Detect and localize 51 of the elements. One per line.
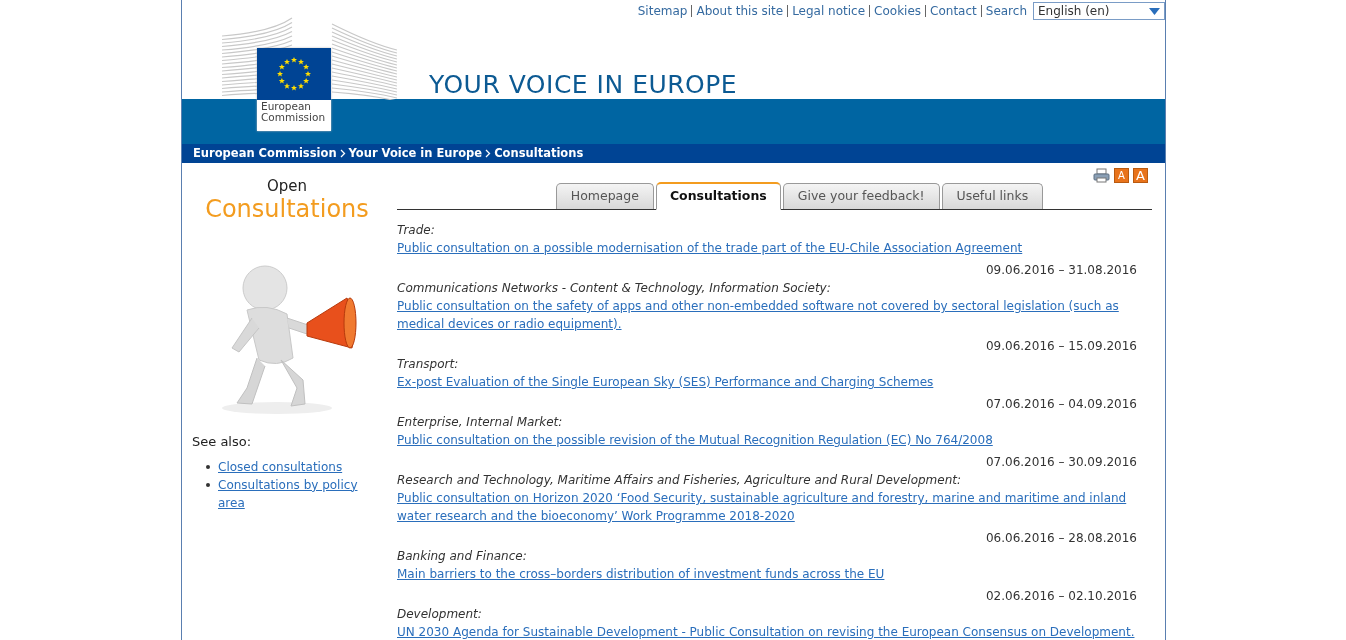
consultation-dates: 07.06.2016 – 30.09.2016	[985, 454, 1137, 471]
consultation-category: Communications Networks - Content & Technology, Information Society:	[397, 280, 832, 297]
consultation-link[interactable]: Main barriers to the cross–borders distribution of investment funds across the EU	[397, 565, 1137, 583]
print-icon[interactable]	[1093, 168, 1110, 183]
tab[interactable]: Give your feedback!	[782, 183, 940, 209]
consultation-category: Development:	[397, 606, 483, 623]
chevron-icon	[485, 149, 492, 158]
consultation-link[interactable]: Public consultation on a possible modernisation of the trade part of the EU-Chile Association Agreement	[397, 239, 1137, 257]
consultation-dates: 09.06.2016 – 15.09.2016	[985, 338, 1137, 355]
tab[interactable]: Useful links	[941, 183, 1044, 209]
sidebar-heading: Open	[265, 177, 309, 195]
language-select[interactable]: English (en)	[1033, 2, 1165, 20]
bullet-icon	[206, 464, 210, 469]
chevron-icon	[339, 149, 346, 158]
top-link[interactable]: Contact	[930, 2, 977, 20]
top-link[interactable]: About this site	[696, 2, 784, 20]
dropdown-caret-icon	[1149, 7, 1160, 15]
top-link[interactable]: Cookies	[874, 2, 922, 20]
see-also-label: See also:	[192, 433, 253, 451]
consultation-link[interactable]: Public consultation on the possible revision of the Mutual Recognition Regulation (EC) No 764/2008	[397, 431, 1137, 449]
consultation-dates: 02.06.2016 – 02.10.2016	[985, 588, 1137, 605]
logo[interactable]: European Commission	[257, 48, 331, 131]
consultation-category: Trade:	[397, 222, 436, 239]
consultation-link[interactable]: Ex-post Evaluation of the Single European Sky (SES) Performance and Charging Schemes	[397, 373, 1137, 391]
bullet-icon	[206, 482, 210, 487]
sidebar-link[interactable]: Closed consultations	[218, 457, 376, 476]
consultation-category: Enterprise, Internal Market:	[397, 414, 564, 431]
consultation-dates: 09.06.2016 – 31.08.2016	[985, 262, 1137, 279]
logo-label: European Commission	[260, 100, 327, 125]
consultation-link[interactable]: UN 2030 Agenda for Sustainable Development - Public Consultation on revising the European Consensus on Development.	[397, 623, 1137, 640]
sidebar-link[interactable]: Consultations by policy area	[218, 475, 376, 512]
consultation-category: Transport:	[397, 356, 460, 373]
tab[interactable]: Homepage	[555, 183, 654, 209]
eu-flag-icon	[257, 48, 331, 100]
breadcrumb-link[interactable]: Consultations	[494, 144, 584, 163]
top-link[interactable]: Legal notice	[792, 2, 866, 20]
site-title: YOUR VOICE IN EUROPE	[429, 69, 738, 101]
top-link[interactable]: Search	[985, 2, 1027, 20]
text-size-button[interactable]: A	[1133, 168, 1148, 183]
consultation-dates: 07.06.2016 – 04.09.2016	[985, 396, 1137, 413]
consultation-category: Banking and Finance:	[397, 548, 528, 565]
text-size-button[interactable]: A	[1114, 168, 1129, 183]
consultation-link[interactable]: Public consultation on Horizon 2020 ‘Food Security, sustainable agriculture and forestry, marine and maritime and inland water research and the bioeconomy’ Work Programme 2018-2020	[397, 489, 1137, 525]
breadcrumb-link[interactable]: Your Voice in Europe	[348, 144, 483, 163]
consultation-link[interactable]: Public consultation on the safety of apps and other non-embedded software not covered by sectoral legislation (such as medical devices or radio equipment).	[397, 297, 1137, 333]
consultation-category: Research and Technology, Maritime Affairs and Fisheries, Agriculture and Rural Development:	[397, 472, 963, 489]
breadcrumb-link[interactable]: European Commission	[193, 144, 337, 163]
top-link[interactable]: Sitemap	[637, 2, 688, 20]
tab[interactable]: Consultations	[655, 182, 781, 210]
consultation-dates: 06.06.2016 – 28.08.2016	[985, 530, 1137, 547]
sidebar-title: Consultations	[204, 195, 370, 223]
